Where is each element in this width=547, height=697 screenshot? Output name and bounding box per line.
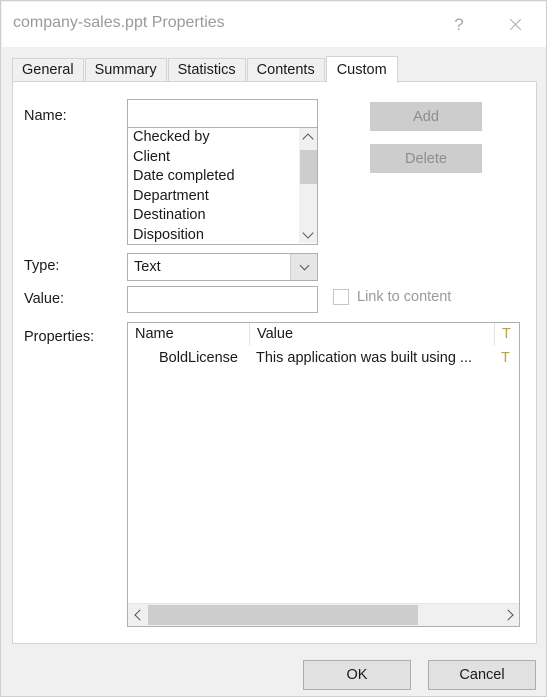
list-item[interactable]: Client [133,148,300,168]
cell-type: T [501,350,510,366]
help-button[interactable]: ? [436,2,482,47]
tab-summary[interactable]: Summary [84,58,167,82]
list-item[interactable]: Date completed [133,167,300,187]
type-selected-value: Text [134,259,161,275]
list-item[interactable]: Department [133,187,300,207]
tab-general[interactable]: General [12,58,84,82]
list-item[interactable]: Destination [133,206,300,226]
cell-value: This application was built using ... [256,350,472,366]
scrollbar-thumb[interactable] [148,605,418,625]
table-row[interactable]: BoldLicense This application was built u… [128,346,519,370]
link-to-content-label: Link to content [357,289,452,305]
value-input[interactable] [127,286,318,313]
link-to-content-row[interactable]: Link to content [333,289,451,305]
link-to-content-checkbox[interactable] [333,289,349,305]
ok-button[interactable]: OK [303,660,411,690]
chevron-left-icon [133,609,146,621]
close-icon [508,17,523,32]
cell-name: BoldLicense [159,350,238,366]
properties-label: Properties: [24,329,95,345]
name-label: Name: [24,108,67,124]
window-title: company-sales.ppt Properties [13,14,225,31]
title-bar: company-sales.ppt Properties ? [2,2,546,47]
close-button[interactable] [492,2,538,47]
cancel-button[interactable]: Cancel [428,660,536,690]
column-header-name[interactable]: Name [128,323,249,346]
type-combobox[interactable]: Text [127,253,318,281]
tab-statistics[interactable]: Statistics [167,58,246,82]
scroll-right-button[interactable] [499,604,519,626]
name-input[interactable] [127,99,318,128]
column-header-value[interactable]: Value [249,323,494,346]
tab-contents[interactable]: Contents [246,58,325,82]
properties-header-row: Name Value T [128,323,519,346]
chevron-down-icon [302,226,314,239]
tab-custom[interactable]: Custom [325,56,398,83]
chevron-right-icon [501,609,514,621]
value-label: Value: [24,291,65,307]
question-mark-icon: ? [454,14,464,34]
properties-dialog: company-sales.ppt Properties ? General S… [0,0,547,697]
list-item[interactable]: Disposition [133,226,300,245]
listbox-vertical-scrollbar[interactable] [298,128,317,243]
delete-button[interactable]: Delete [370,144,482,173]
chevron-up-icon [302,132,314,145]
properties-list[interactable]: Name Value T BoldLicense This applicatio… [127,322,520,627]
type-label: Type: [24,258,60,274]
scroll-left-button[interactable] [128,604,148,626]
scrollbar-thumb[interactable] [300,150,317,184]
scroll-up-button[interactable] [299,128,317,146]
chevron-down-icon [299,260,309,271]
tab-strip: General Summary Statistics Contents Cust… [12,56,399,83]
add-button[interactable]: Add [370,102,482,131]
name-suggestion-listbox[interactable]: Checked by Client Date completed Departm… [127,128,318,245]
column-header-type[interactable]: T [494,323,519,346]
type-dropdown-button[interactable] [290,254,317,280]
list-item[interactable]: Checked by [133,128,300,148]
scroll-down-button[interactable] [299,225,317,243]
properties-horizontal-scrollbar[interactable] [128,603,519,626]
name-suggestion-items: Checked by Client Date completed Departm… [128,128,300,245]
